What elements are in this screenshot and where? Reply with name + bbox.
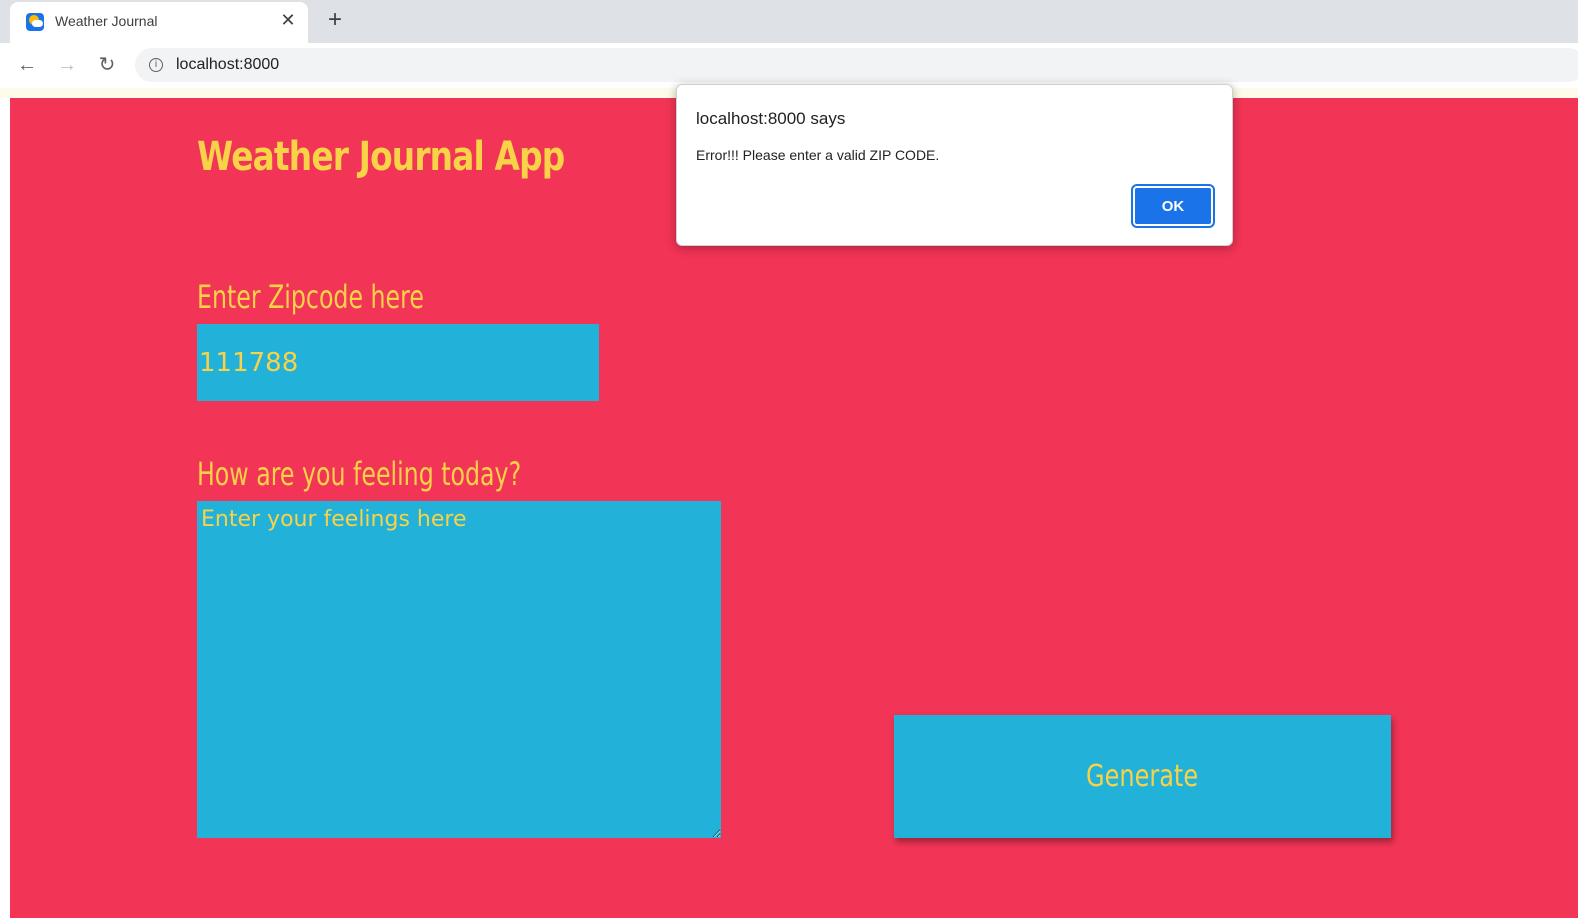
url-text[interactable]: localhost:8000	[176, 56, 279, 74]
new-tab-icon[interactable]: +	[323, 8, 347, 32]
close-tab-icon[interactable]: ✕	[278, 10, 298, 30]
page-title: Weather Journal App	[197, 134, 565, 180]
dialog-title: localhost:8000 says	[696, 109, 846, 128]
ok-button[interactable]: OK	[1131, 184, 1215, 228]
feelings-textarea[interactable]	[197, 501, 721, 838]
tab-strip: Weather Journal ✕ +	[0, 0, 1578, 43]
generate-button-label: Generate	[1086, 759, 1199, 794]
zip-input[interactable]	[197, 324, 599, 401]
back-icon[interactable]: ←	[15, 53, 39, 77]
site-info-icon[interactable]: i	[149, 58, 163, 72]
tab-title: Weather Journal	[55, 13, 158, 29]
dialog-message: Error!!! Please enter a valid ZIP CODE.	[696, 147, 940, 163]
browser-toolbar: ← → ↻ i localhost:8000	[0, 43, 1578, 88]
reload-icon[interactable]: ↻	[95, 53, 119, 77]
weather-favicon-icon	[26, 13, 44, 31]
feelings-label: How are you feeling today?	[197, 455, 522, 493]
forward-icon[interactable]: →	[55, 53, 79, 77]
generate-button[interactable]: Generate	[894, 715, 1391, 838]
zip-label: Enter Zipcode here	[197, 278, 424, 316]
alert-dialog: localhost:8000 says Error!!! Please ente…	[676, 84, 1233, 246]
address-bar[interactable]: i localhost:8000	[135, 48, 1578, 82]
tab-weather-journal[interactable]: Weather Journal ✕	[10, 2, 308, 43]
